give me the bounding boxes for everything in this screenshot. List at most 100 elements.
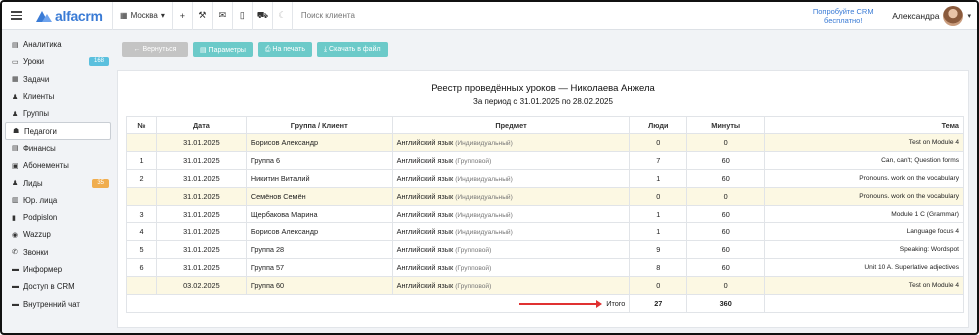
row-topic: Speaking: Wordspot: [764, 240, 964, 260]
moon-icon[interactable]: ☾: [273, 2, 292, 30]
row-people: 7: [629, 150, 688, 170]
sidebar-item-analytics[interactable]: ▤ Аналитика: [5, 36, 111, 53]
row-minutes: 60: [686, 150, 766, 170]
row-number: 2: [126, 168, 157, 188]
row-number: [126, 133, 157, 152]
count-badge: 35: [92, 178, 109, 188]
subject-type: (Групповой): [455, 265, 492, 273]
row-people: 9: [629, 240, 688, 260]
sidebar-item-tasks[interactable]: ▦ Задачи: [5, 71, 111, 88]
tasks-icon: ▦: [12, 76, 19, 84]
sidebar-item-label: Уроки: [23, 57, 45, 67]
row-client: Группа 60: [245, 276, 393, 296]
building-icon: ▦: [120, 11, 128, 20]
menu-icon[interactable]: [6, 2, 26, 30]
sidebar-item-podpislon[interactable]: ▮ Podpislon: [5, 209, 111, 226]
sidebar-item-finance[interactable]: ▤ Финансы: [5, 140, 111, 157]
row-number: 5: [126, 240, 157, 260]
row-topic: Language focus 4: [764, 222, 964, 242]
subject-name: Английский язык: [396, 209, 454, 219]
report-panel: Реестр проведённых уроков — Николаева Ан…: [117, 70, 969, 328]
row-subject: Английский язык (Индивидуальный): [391, 186, 631, 206]
sidebar-item-label: Задачи: [23, 74, 50, 84]
subject-type: (Групповой): [455, 283, 492, 291]
sidebar-item-wazzup[interactable]: ◉ Wazzup: [5, 226, 111, 243]
phone-icon[interactable]: ▯: [233, 2, 252, 30]
plugin-icon: ▬: [12, 300, 19, 308]
row-subject: Английский язык (Групповой): [391, 258, 631, 278]
plus-icon[interactable]: +: [173, 2, 192, 30]
phone-icon: ✆: [12, 249, 18, 257]
top-bar: alfacrm ▦ Москва ▾ + ⚒ ✉ ▯ ⛟ ☾ Попробуйт…: [2, 2, 977, 30]
mail-icon[interactable]: ✉: [213, 2, 232, 30]
sidebar-item-informer[interactable]: ▬ Информер: [5, 261, 111, 278]
chart-icon: ▤: [12, 41, 19, 49]
city-selector[interactable]: ▦ Москва ▾: [113, 2, 172, 30]
sidebar-item-label: Абонементы: [23, 161, 69, 171]
col-number[interactable]: №: [126, 116, 157, 134]
sidebar-item-subscriptions[interactable]: ▣ Абонементы: [5, 157, 111, 174]
whatsapp-icon: ◉: [12, 231, 19, 239]
row-people: 1: [629, 204, 688, 224]
row-people: 1: [629, 168, 688, 188]
row-date: 31.01.2025: [155, 133, 247, 152]
row-topic: Pronouns. work on the vocabulary: [764, 168, 964, 188]
row-date: 03.02.2025: [155, 276, 247, 296]
col-people[interactable]: Люди: [629, 116, 688, 134]
table-row: 3 31.01.2025 Щербакова Марина Английский…: [126, 204, 964, 224]
row-number: 6: [126, 258, 157, 278]
print-button[interactable]: ⎙ На печать: [257, 42, 313, 57]
sidebar-item-internal-chat[interactable]: ▬ Внутренний чат: [5, 295, 111, 312]
sidebar-item-clients[interactable]: ♟ Клиенты: [5, 88, 111, 105]
download-button[interactable]: ⤓ Скачать в файл: [317, 42, 388, 57]
sidebar-item-calls[interactable]: ✆ Звонки: [5, 244, 111, 261]
sidebar-item-teachers[interactable]: ☗ Педагоги: [5, 122, 111, 140]
calendar-icon: ▭: [12, 58, 19, 66]
report-toolbar: ← Вернуться ▤ Параметры ⎙ На печать ⤓ Ск…: [122, 42, 388, 57]
ticket-icon: ▣: [12, 162, 19, 170]
user-plus-icon: ♟: [12, 180, 19, 188]
subject-type: (Индивидуальный): [455, 229, 513, 237]
subject-name: Английский язык: [396, 173, 454, 183]
sidebar-item-groups[interactable]: ♟ Группы: [5, 105, 111, 122]
row-number: 4: [126, 222, 157, 242]
money-icon: ▤: [12, 145, 19, 153]
avatar[interactable]: [943, 5, 964, 26]
row-number: [126, 276, 157, 296]
search-input[interactable]: [300, 11, 501, 20]
sidebar-item-label: Звонки: [23, 247, 49, 257]
sidebar-item-crm-access[interactable]: ▬ Доступ в CRM: [5, 278, 111, 295]
row-client: Борисов Александр: [245, 133, 393, 152]
back-button[interactable]: ← Вернуться: [122, 42, 188, 57]
row-client: Группа 57: [245, 258, 393, 278]
col-subject[interactable]: Предмет: [391, 116, 631, 134]
col-client[interactable]: Группа / Клиент: [245, 116, 393, 134]
col-topic[interactable]: Тема: [764, 116, 964, 134]
table-row: 31.01.2025 Семёнов Семён Английский язык…: [126, 186, 964, 206]
client-search[interactable]: [293, 2, 810, 30]
subject-type: (Индивидуальный): [455, 193, 513, 201]
plugin-icon: ▬: [12, 283, 19, 291]
totals-label: Итого: [606, 298, 626, 308]
sidebar-item-leads[interactable]: ♟ Лиды 35: [5, 174, 111, 191]
sidebar-item-label: Клиенты: [23, 92, 55, 102]
cart-icon[interactable]: ⛟: [253, 2, 272, 30]
row-date: 31.01.2025: [155, 258, 247, 278]
promo-link[interactable]: Попробуйте CRM бесплатно!: [810, 7, 876, 25]
wrench-icon[interactable]: ⚒: [193, 2, 212, 30]
sidebar-item-legal-entities[interactable]: ▥ Юр. лица: [5, 192, 111, 209]
parameters-button[interactable]: ▤ Параметры: [193, 42, 253, 57]
subject-type: (Индивидуальный): [455, 211, 513, 219]
table-row: 5 31.01.2025 Группа 28 Английский язык (…: [126, 240, 964, 260]
row-minutes: 60: [686, 222, 766, 242]
user-name[interactable]: Александра: [892, 11, 939, 21]
sidebar: ▤ Аналитика ▭ Уроки 168 ▦ Задачи ♟ Клиенты ♟ Г…: [5, 36, 111, 313]
totals-label-cell: Итого: [125, 294, 631, 313]
user-menu-chevron-icon[interactable]: ▾: [967, 12, 971, 20]
table-row: 6 31.01.2025 Группа 57 Английский язык (…: [126, 258, 964, 278]
row-topic: Test on Module 4: [764, 133, 964, 152]
col-date[interactable]: Дата: [155, 116, 247, 134]
sidebar-item-lessons[interactable]: ▭ Уроки 168: [5, 53, 111, 70]
col-minutes[interactable]: Минуты: [686, 116, 766, 134]
logo[interactable]: alfacrm: [36, 8, 112, 24]
